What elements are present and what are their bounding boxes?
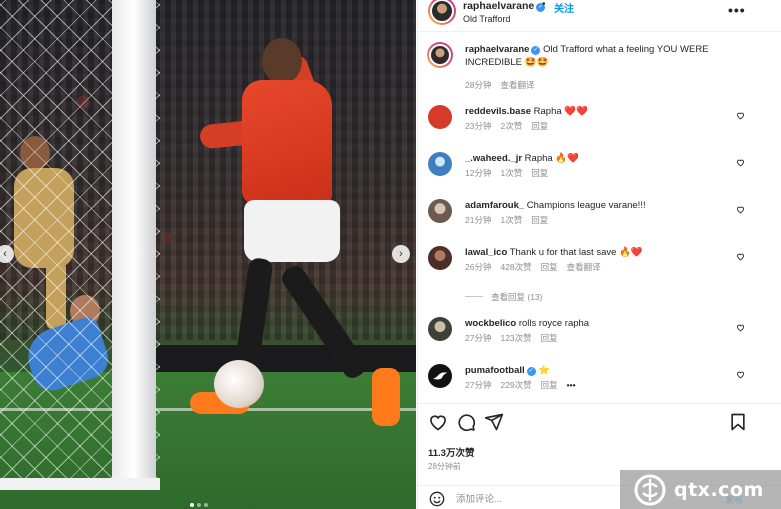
author-avatar[interactable] — [428, 0, 456, 25]
post-photo[interactable]: ‹ › — [0, 0, 416, 509]
comments-list: raphaelvarane ✓ Old Trafford what a feeli… — [418, 33, 781, 403]
comment-body: rolls royce rapha — [518, 318, 590, 329]
comment-text: reddevils.base Rapha ❤️❤️ — [465, 105, 735, 118]
header-separator: • — [542, 0, 546, 10]
comment-meta: 12分钟 1次赞 回复 — [465, 167, 557, 179]
translate-link[interactable]: 查看翻译 — [500, 80, 534, 90]
carousel-dot — [197, 503, 201, 507]
goal-post — [112, 0, 156, 490]
comment-like-heart-icon[interactable] — [736, 252, 745, 261]
watermark-text: qtx.com — [674, 478, 764, 501]
comment-time: 27分钟 — [465, 380, 492, 390]
comment-body: Champions league varane!!! — [526, 200, 646, 211]
verified-icon: ✓ — [531, 46, 541, 55]
post-time: 28分钟前 — [428, 462, 461, 471]
caption-meta: 28分钟 查看翻译 — [465, 79, 543, 91]
caption-time: 28分钟 — [465, 80, 492, 90]
carousel-dots — [190, 503, 208, 507]
reply-button[interactable]: 回复 — [541, 380, 558, 390]
commenter-username[interactable]: lawal_ico — [465, 247, 507, 258]
comment-likes[interactable]: 1次赞 — [500, 168, 522, 178]
commenter-avatar[interactable] — [428, 364, 452, 388]
comment-time: 27分钟 — [465, 333, 492, 343]
comment-body: Rapha ❤️❤️ — [533, 106, 588, 117]
more-icon[interactable]: ••• — [728, 2, 746, 18]
comment-like-heart-icon[interactable] — [736, 323, 745, 332]
comment-like-heart-icon[interactable] — [736, 158, 745, 167]
caption-avatar[interactable] — [427, 42, 453, 68]
comment-body: Rapha 🔥❤️ — [524, 153, 579, 164]
commenter-avatar[interactable] — [428, 105, 452, 129]
comment-meta: 27分钟 123次赞 回复 — [465, 332, 567, 344]
reply-button[interactable]: 回复 — [531, 215, 548, 225]
carousel-dot — [190, 503, 194, 507]
comment-text: pumafootball ✓ ⭐ — [465, 364, 735, 377]
view-replies-link[interactable]: 查看回复 (13) — [465, 291, 542, 303]
comment-likes[interactable]: 428次赞 — [500, 262, 531, 272]
comment-like-heart-icon[interactable] — [736, 205, 745, 214]
comment-body: ⭐ — [538, 365, 551, 376]
red-shirt-player — [180, 30, 410, 430]
comment-time: 26分钟 — [465, 262, 492, 272]
commenter-avatar[interactable] — [428, 246, 452, 270]
commenter-username[interactable]: pumafootball — [465, 365, 525, 376]
comment-likes[interactable]: 123次赞 — [500, 333, 531, 343]
comment-meta: 23分钟 2次赞 回复 — [465, 120, 557, 132]
comment-meta: 26分钟 428次赞 回复 查看翻译 — [465, 261, 610, 273]
puma-logo-icon — [433, 372, 447, 380]
comment-time: 23分钟 — [465, 121, 492, 131]
reply-button[interactable]: 回复 — [541, 333, 558, 343]
comment-text: wockbelico rolls royce rapha — [465, 317, 735, 330]
comment-likes[interactable]: 1次赞 — [500, 215, 522, 225]
comment-time: 12分钟 — [465, 168, 492, 178]
comment-text: lawal_ico Thank u for that last save 🔥❤️ — [465, 246, 735, 259]
post-header: raphaelvarane ✓ • 关注 Old Trafford ••• — [418, 0, 781, 32]
commenter-username[interactable]: _.waheed._jr — [465, 153, 522, 164]
author-username[interactable]: raphaelvarane ✓ — [463, 0, 546, 12]
commenter-avatar[interactable] — [428, 199, 452, 223]
likes-count[interactable]: 11.3万次赞 — [428, 445, 474, 459]
comment-likes[interactable]: 229次赞 — [500, 380, 531, 390]
reply-button[interactable]: 回复 — [531, 168, 548, 178]
comment-like-heart-icon[interactable] — [736, 111, 745, 120]
translate-link[interactable]: 查看翻译 — [567, 262, 601, 272]
emoji-icon[interactable] — [429, 491, 445, 507]
commenter-avatar[interactable] — [428, 317, 452, 341]
comment-meta: 21分钟 1次赞 回复 — [465, 214, 557, 226]
comment-time: 21分钟 — [465, 215, 492, 225]
caption-username[interactable]: raphaelvarane — [465, 44, 529, 55]
heart-icon[interactable] — [428, 412, 448, 432]
bookmark-icon[interactable] — [728, 412, 748, 432]
comment-like-heart-icon[interactable] — [736, 370, 745, 379]
carousel-next-button[interactable]: › — [392, 245, 410, 263]
comment-more-icon[interactable]: ••• — [567, 380, 576, 390]
view-replies-label[interactable]: 查看回复 (13) — [491, 292, 542, 302]
commenter-username[interactable]: reddevils.base — [465, 106, 531, 117]
comment-body: Thank u for that last save 🔥❤️ — [509, 247, 643, 258]
follow-button[interactable]: 关注 — [554, 0, 574, 15]
comment-text: _.waheed._jr Rapha 🔥❤️ — [465, 152, 735, 165]
comment-text: adamfarouk_ Champions league varane!!! — [465, 199, 735, 212]
reply-button[interactable]: 回复 — [531, 121, 548, 131]
caption-text: raphaelvarane ✓ Old Trafford what a feeli… — [465, 43, 735, 69]
post-panel: raphaelvarane ✓ • 关注 Old Trafford ••• rap… — [417, 0, 781, 509]
qtx-logo-icon — [634, 474, 666, 505]
football — [214, 360, 264, 408]
comment-likes[interactable]: 2次赞 — [500, 121, 522, 131]
goal-crossbar — [0, 478, 160, 490]
replies-dash — [465, 296, 483, 297]
commenter-avatar[interactable] — [428, 152, 452, 176]
reply-button[interactable]: 回复 — [541, 262, 558, 272]
carousel-dot — [204, 503, 208, 507]
author-username-text[interactable]: raphaelvarane — [463, 0, 534, 12]
watermark: qtx.com — [620, 470, 781, 509]
verified-icon: ✓ — [526, 367, 536, 376]
commenter-username[interactable]: wockbelico — [465, 318, 516, 329]
comment-icon[interactable] — [456, 412, 476, 432]
commenter-username[interactable]: adamfarouk_ — [465, 200, 524, 211]
comment-meta: 27分钟 229次赞 回复 ••• — [465, 379, 585, 391]
share-icon[interactable] — [484, 412, 504, 432]
location-link[interactable]: Old Trafford — [463, 14, 510, 24]
